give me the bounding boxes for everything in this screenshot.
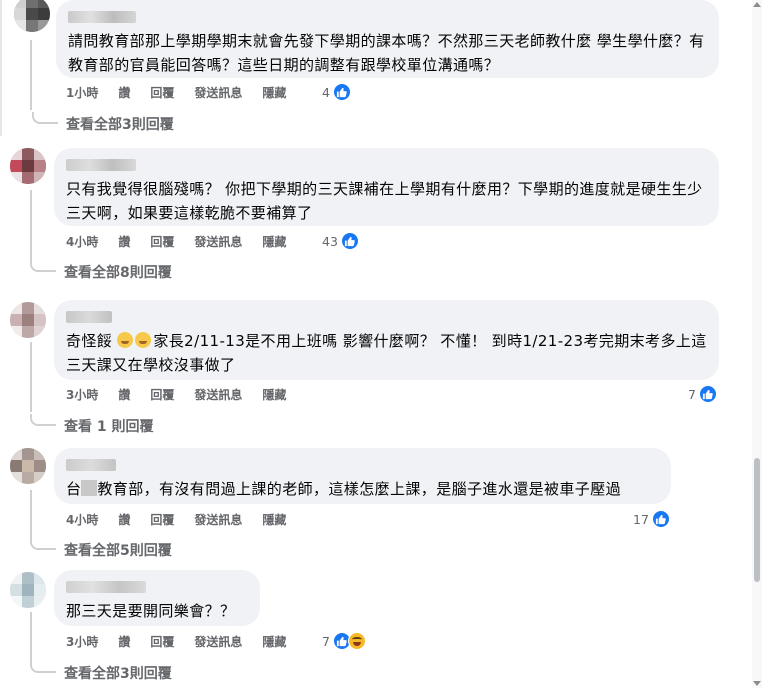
commenter-name[interactable] <box>66 459 116 471</box>
like-button[interactable]: 讚 <box>118 511 130 528</box>
comment-bubble: 台教育部，有沒有問過上課的老師，這樣怎麼上課，是腦子進水還是被車子壓過 <box>54 448 671 504</box>
view-replies-label[interactable]: 查看全部8則回覆 <box>64 262 172 282</box>
view-replies-label[interactable]: 查看全部3則回覆 <box>66 114 174 134</box>
comment-text: 那三天是要開同樂會？？ <box>66 602 236 620</box>
like-icon <box>698 385 717 403</box>
thread-line <box>30 40 32 110</box>
like-button[interactable]: 讚 <box>118 84 130 101</box>
sweat-emoji-icon <box>117 332 134 348</box>
reply-thread-connector <box>30 661 56 673</box>
reaction-number: 7 <box>688 386 696 402</box>
reaction-count[interactable]: 17 <box>633 509 670 529</box>
comment-actions: 3小時 讚 回覆 發送訊息 隱藏 <box>66 632 306 650</box>
comment-text: 奇怪餒 家長2/11-13是不用上班嗎 影響什麼啊？ 不懂！ 到時1/21-23… <box>66 329 707 377</box>
timestamp[interactable]: 4小時 <box>66 233 98 250</box>
send-message-button[interactable]: 發送訊息 <box>194 386 242 403</box>
comment-text: 請問教育部那上學期學期末就會先發下學期的課本嗎？不然那三天老師教什麼 學生學什麼… <box>68 32 705 74</box>
avatar[interactable] <box>10 302 46 338</box>
comment-actions: 1小時 讚 回覆 發送訊息 隱藏 <box>66 83 306 101</box>
timestamp[interactable]: 3小時 <box>66 386 98 403</box>
comment-actions: 3小時 讚 回覆 發送訊息 隱藏 <box>66 385 306 403</box>
view-replies-label[interactable]: 查看全部5則回覆 <box>64 540 172 560</box>
reaction-count[interactable]: 7 <box>688 384 717 404</box>
reaction-number: 7 <box>322 633 330 649</box>
reaction-count[interactable]: 4 <box>322 82 351 102</box>
hide-button[interactable]: 隱藏 <box>262 84 286 101</box>
scroll-down-icon[interactable] <box>753 681 761 686</box>
comment-bubble: 請問教育部那上學期學期末就會先發下學期的課本嗎？不然那三天老師教什麼 學生學什麼… <box>56 0 719 78</box>
view-replies-link[interactable]: 查看全部5則回覆 <box>30 538 172 560</box>
comment-text: 台教育部，有沒有問過上課的老師，這樣怎麼上課，是腦子進水還是被車子壓過 <box>66 477 659 501</box>
reaction-count[interactable]: 43 <box>322 231 359 251</box>
view-replies-link[interactable]: 查看全部8則回覆 <box>30 260 172 282</box>
commenter-name[interactable] <box>66 581 146 593</box>
send-message-button[interactable]: 發送訊息 <box>194 84 242 101</box>
comment-text-suffix: 家長2/11-13是不用上班嗎 影響什麼啊？ 不懂！ 到時1/21-23考完期末… <box>66 332 707 374</box>
scrollbar-thumb[interactable] <box>754 458 760 582</box>
view-replies-label[interactable]: 查看全部3則回覆 <box>64 663 172 683</box>
avatar[interactable] <box>10 572 46 608</box>
sweat-emoji-icon <box>135 332 152 348</box>
send-message-button[interactable]: 發送訊息 <box>194 511 242 528</box>
comment-text: 只有我覺得很腦殘嗎？ 你把下學期的三天課補在上學期有什麼用？下學期的進度就是硬生… <box>66 180 703 222</box>
scroll-up-icon[interactable] <box>753 2 761 7</box>
comment-bubble: 奇怪餒 家長2/11-13是不用上班嗎 影響什麼啊？ 不懂！ 到時1/21-23… <box>54 300 719 380</box>
reply-thread-connector <box>30 260 56 272</box>
avatar[interactable] <box>14 0 50 32</box>
hide-button[interactable]: 隱藏 <box>262 633 286 650</box>
commenter-name[interactable] <box>66 159 136 171</box>
reply-button[interactable]: 回覆 <box>150 233 174 250</box>
thread-line <box>30 490 32 540</box>
hide-button[interactable]: 隱藏 <box>262 233 286 250</box>
redaction-block <box>81 480 98 496</box>
commenter-name[interactable] <box>68 11 136 23</box>
reply-thread-connector <box>30 414 56 426</box>
comment-bubble: 只有我覺得很腦殘嗎？ 你把下學期的三天課補在上學期有什麼用？下學期的進度就是硬生… <box>54 148 719 226</box>
view-replies-link[interactable]: 查看全部3則回覆 <box>32 112 174 134</box>
thread-line <box>30 612 32 662</box>
comment-text-suffix: 教育部，有沒有問過上課的老師，這樣怎麼上課，是腦子進水還是被車子壓過 <box>97 480 622 498</box>
reaction-number: 43 <box>322 233 338 249</box>
reply-thread-connector <box>30 538 56 550</box>
timestamp[interactable]: 3小時 <box>66 633 98 650</box>
like-button[interactable]: 讚 <box>118 633 130 650</box>
reply-thread-connector <box>32 112 58 124</box>
view-replies-link[interactable]: 查看全部3則回覆 <box>30 661 172 683</box>
reaction-number: 17 <box>633 511 649 527</box>
timestamp[interactable]: 4小時 <box>66 511 98 528</box>
like-icon <box>332 83 351 101</box>
comment-bubble: 那三天是要開同樂會？？ <box>54 570 260 626</box>
comment-actions: 4小時 讚 回覆 發送訊息 隱藏 <box>66 232 306 250</box>
timestamp[interactable]: 1小時 <box>66 84 98 101</box>
reply-button[interactable]: 回覆 <box>150 633 174 650</box>
scrollbar[interactable] <box>752 0 762 688</box>
thread-edge <box>0 0 2 136</box>
comment-text-prefix: 奇怪餒 <box>66 332 118 350</box>
reply-button[interactable]: 回覆 <box>150 386 174 403</box>
like-icon <box>651 510 670 528</box>
commenter-name[interactable] <box>66 311 112 323</box>
send-message-button[interactable]: 發送訊息 <box>194 233 242 250</box>
like-button[interactable]: 讚 <box>118 386 130 403</box>
send-message-button[interactable]: 發送訊息 <box>194 633 242 650</box>
avatar[interactable] <box>10 448 46 484</box>
reaction-count[interactable]: 7 <box>322 631 366 651</box>
avatar[interactable] <box>10 148 46 184</box>
comment-actions: 4小時 讚 回覆 發送訊息 隱藏 <box>66 510 306 528</box>
reply-button[interactable]: 回覆 <box>150 84 174 101</box>
like-icon <box>340 232 359 250</box>
haha-icon <box>347 632 366 650</box>
thread-line <box>30 190 32 260</box>
like-button[interactable]: 讚 <box>118 233 130 250</box>
hide-button[interactable]: 隱藏 <box>262 386 286 403</box>
comment-text-prefix: 台 <box>66 480 82 498</box>
view-replies-label[interactable]: 查看 1 則回覆 <box>64 416 154 436</box>
reply-button[interactable]: 回覆 <box>150 511 174 528</box>
reaction-number: 4 <box>322 84 330 100</box>
thread-line <box>30 342 32 412</box>
view-replies-link[interactable]: 查看 1 則回覆 <box>30 414 154 436</box>
hide-button[interactable]: 隱藏 <box>262 511 286 528</box>
